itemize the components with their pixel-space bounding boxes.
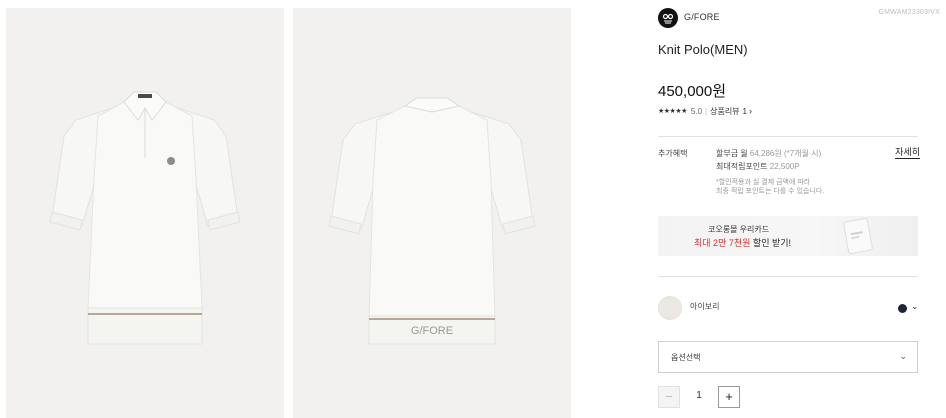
points-value: 22,500P xyxy=(769,162,800,171)
polo-front-illustration xyxy=(49,91,241,345)
product-title: Knit Polo(MEN) xyxy=(658,42,748,57)
product-price: 450,000원 xyxy=(658,83,727,100)
product-image-back[interactable]: G/FORE xyxy=(293,8,571,418)
benefit-label: 추가혜택 xyxy=(658,149,688,158)
product-image-front[interactable] xyxy=(6,8,284,418)
gfore-skull-logo-icon[interactable] xyxy=(658,8,678,28)
color-name: 아이보리 xyxy=(690,302,720,311)
card-promo-highlight: 최대 2만 7천원 xyxy=(694,238,751,248)
color-option-navy[interactable] xyxy=(898,304,907,313)
product-detail-page: G/FORE G/FORE GMWAM23303IVX Knit Polo(ME… xyxy=(0,0,946,418)
option-select[interactable]: 옵션선택 ⌄ xyxy=(658,341,918,373)
installment-info: 할부금 월 64,286원 (*7개월 시) xyxy=(716,148,821,159)
quantity-increase-button[interactable]: + xyxy=(718,386,740,408)
brand-name[interactable]: G/FORE xyxy=(684,12,720,22)
divider xyxy=(658,276,918,277)
installment-prefix: 할부금 월 xyxy=(716,149,748,158)
installment-value: 64,286원 (*7개월 시) xyxy=(749,149,822,158)
back-hem-logo-text: G/FORE xyxy=(411,325,453,337)
card-promo-offer: 최대 2만 7천원 할인 받기! xyxy=(694,236,791,249)
color-swatch-ivory[interactable] xyxy=(658,296,682,320)
review-count[interactable]: 1 xyxy=(743,107,747,116)
rating-separator: | xyxy=(705,106,708,116)
rating-score: 5.0 xyxy=(690,106,703,116)
credit-card-icon xyxy=(843,218,873,254)
review-link[interactable]: 상품리뷰 xyxy=(710,106,739,117)
polo-back-illustration: G/FORE xyxy=(328,97,536,345)
points-prefix: 최대적립포인트 xyxy=(716,162,768,171)
chevron-down-icon[interactable]: ⌄ xyxy=(911,301,919,312)
benefit-detail-link[interactable]: 자세히 xyxy=(895,147,920,159)
quantity-value[interactable]: 1 xyxy=(688,390,710,401)
benefit-note-line2: 최종 적립 포인트는 다를 수 있습니다. xyxy=(716,188,825,195)
quantity-decrease-button[interactable]: − xyxy=(658,386,680,408)
card-promo-title: 코오롱몰 우리카드 xyxy=(708,225,770,234)
card-promo-cta: 할인 받기! xyxy=(750,238,792,248)
divider xyxy=(658,136,918,137)
option-select-label: 옵션선택 xyxy=(671,353,701,362)
brand-row: G/FORE GMWAM23303IVX xyxy=(658,8,940,30)
chevron-down-icon: ⌄ xyxy=(899,351,907,361)
chevron-right-icon[interactable]: › xyxy=(749,106,752,116)
rating-stars-icon: ★★★★★ xyxy=(658,108,687,115)
points-info: 최대적립포인트 22,500P xyxy=(716,161,800,172)
product-code: GMWAM23303IVX xyxy=(878,9,940,16)
rating-row: ★★★★★ 5.0 | 상품리뷰 1 › xyxy=(658,104,752,118)
